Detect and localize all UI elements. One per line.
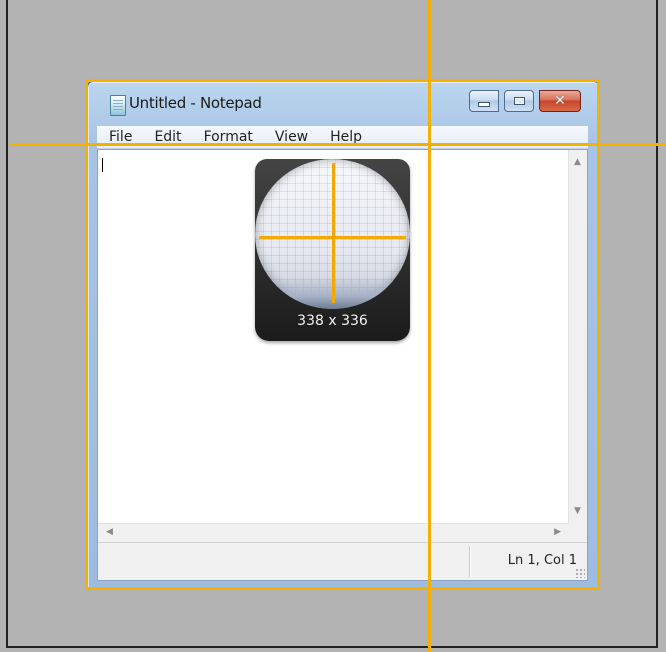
notepad-icon[interactable] bbox=[110, 95, 126, 116]
cursor-position: Ln 1, Col 1 bbox=[507, 553, 577, 568]
window-title: Untitled - Notepad bbox=[129, 94, 262, 112]
vertical-scrollbar[interactable]: ▲ ▼ bbox=[568, 150, 587, 524]
horizontal-scrollbar[interactable]: ◀ ▶ bbox=[98, 523, 569, 542]
title-bar[interactable]: Untitled - Notepad ✕ bbox=[88, 82, 599, 122]
crosshair-guide-vertical bbox=[428, 0, 431, 652]
magnifier-crosshair-vertical bbox=[332, 163, 335, 303]
scroll-up-icon[interactable]: ▲ bbox=[574, 158, 581, 167]
scroll-down-icon[interactable]: ▼ bbox=[574, 507, 581, 516]
maximize-button[interactable] bbox=[504, 90, 534, 112]
capture-dimensions: 338 x 336 bbox=[297, 313, 368, 329]
close-button[interactable]: ✕ bbox=[539, 90, 581, 112]
close-icon: ✕ bbox=[554, 93, 566, 109]
text-caret bbox=[102, 158, 103, 172]
status-divider bbox=[469, 546, 471, 577]
maximize-icon bbox=[513, 97, 525, 105]
crosshair-guide-horizontal bbox=[10, 143, 666, 146]
minimize-button[interactable] bbox=[469, 90, 499, 112]
scroll-left-icon[interactable]: ◀ bbox=[106, 528, 113, 537]
caption-buttons: ✕ bbox=[469, 90, 581, 112]
minimize-icon bbox=[478, 102, 490, 107]
status-bar: Ln 1, Col 1 bbox=[98, 542, 587, 580]
resize-grip-icon[interactable] bbox=[575, 568, 585, 578]
scroll-right-icon[interactable]: ▶ bbox=[554, 528, 561, 537]
scrollbar-corner bbox=[569, 524, 587, 542]
magnifier-loupe: 338 x 336 bbox=[255, 159, 410, 341]
